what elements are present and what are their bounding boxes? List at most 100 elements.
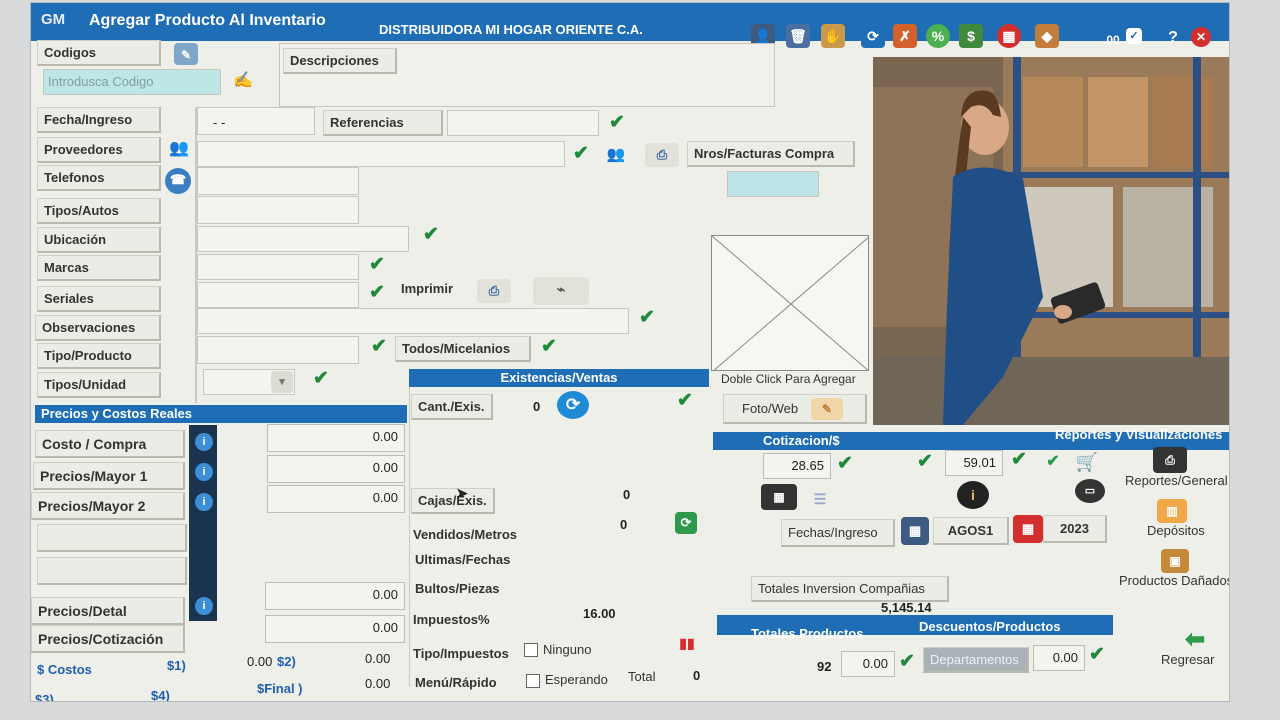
seriales-input[interactable] [197, 282, 359, 308]
productos-value[interactable]: 0.00 [841, 651, 895, 677]
referencias-input[interactable] [447, 110, 599, 136]
precios-mayor1-info-icon[interactable]: i [191, 457, 217, 485]
warehouse-icon[interactable]: ▥ [1157, 499, 1187, 523]
web-photo-icon[interactable]: ✎ [811, 398, 843, 420]
proveedores-input[interactable] [197, 141, 565, 167]
precios-empty-row-1[interactable] [37, 524, 187, 552]
barcode-scanner-icon[interactable]: ⌁ [533, 277, 589, 305]
scanner-icon[interactable]: ✍ [223, 69, 263, 95]
totales-inversion-button[interactable]: Totales Inversion Compañias [751, 576, 949, 602]
tipo-producto-check[interactable]: ✔ [371, 337, 387, 357]
depositos-link[interactable]: Depósitos [1147, 523, 1205, 538]
tipos-autos-button[interactable]: Tipos/Autos [37, 198, 161, 224]
proveedores-button[interactable]: Proveedores [37, 137, 161, 163]
trash-icon[interactable]: 🗑 [786, 24, 810, 48]
nros-facturas-button[interactable]: Nros/Facturas Compra [687, 141, 855, 167]
marcas-button[interactable]: Marcas [37, 255, 161, 281]
shopping-cart-icon[interactable]: 🛒 [1073, 450, 1101, 478]
help-icon[interactable]: ? [1161, 26, 1185, 50]
cajas-exis-button[interactable]: Cajas/Exis. [411, 488, 495, 514]
money-icon[interactable]: $ [959, 24, 983, 48]
ubicacion-input[interactable] [197, 226, 409, 252]
proveedores-check[interactable]: ✔ [573, 144, 589, 164]
marcas-check[interactable]: ✔ [369, 255, 385, 275]
precios-mayor1-button[interactable]: Precios/Mayor 1 [33, 462, 185, 490]
ubicacion-check[interactable]: ✔ [423, 225, 439, 245]
printer-report-icon[interactable]: ⎙ [1153, 447, 1187, 473]
close-icon[interactable]: ✕ [1191, 27, 1211, 47]
tipos-unidad-button[interactable]: Tipos/Unidad [37, 372, 161, 398]
chevron-down-icon[interactable]: ▾ [271, 371, 293, 393]
tools-icon[interactable]: ✗ [893, 24, 917, 48]
costo-compra-button[interactable]: Costo / Compra [35, 430, 185, 458]
precios-mayor2-info-icon[interactable]: i [191, 487, 217, 515]
refresh-icon[interactable]: ⟳ [861, 24, 885, 48]
regresar-link[interactable]: Regresar [1161, 652, 1214, 667]
observaciones-button[interactable]: Observaciones [35, 315, 161, 341]
handshake-icon[interactable]: ✋ [821, 24, 845, 48]
esperando-checkbox[interactable] [526, 674, 540, 688]
codigos-button[interactable]: Codigos [37, 40, 161, 66]
invoice-icon[interactable]: ⎙ [645, 143, 679, 167]
rate2-check[interactable]: ✔ [1011, 450, 1027, 470]
people-icon[interactable]: 👥 [165, 137, 193, 163]
seriales-check[interactable]: ✔ [369, 283, 385, 303]
list-icon[interactable]: ☰ [803, 488, 837, 510]
nros-facturas-input[interactable] [727, 171, 819, 197]
rate1-check[interactable]: ✔ [837, 454, 853, 474]
cant-exis-button[interactable]: Cant./Exis. [411, 394, 493, 420]
sync-icon[interactable]: ⟳ [675, 512, 697, 534]
eraser-icon[interactable]: ◆ [1035, 24, 1059, 48]
year-select[interactable]: 2023 [1043, 515, 1107, 543]
marcas-input[interactable] [197, 254, 359, 280]
observaciones-input[interactable] [197, 308, 629, 334]
imprimir-button[interactable]: Imprimir [395, 277, 469, 303]
precios-mayor1-value[interactable]: 0.00 [267, 455, 405, 483]
tax-icon[interactable]: ▮▮ [673, 631, 701, 655]
productos-danados-link[interactable]: Productos Dañados [1119, 573, 1229, 588]
cart-check-icon[interactable]: ✔ [1039, 450, 1067, 478]
precios-mayor2-button[interactable]: Precios/Mayor 2 [31, 492, 185, 520]
codigo-input[interactable]: Introdusca Codigo [43, 69, 221, 95]
referencias-button[interactable]: Referencias [323, 110, 443, 136]
observaciones-check[interactable]: ✔ [639, 308, 655, 328]
costo-compra-value[interactable]: 0.00 [267, 424, 405, 452]
refresh-circle-icon[interactable]: ⟳ [557, 391, 589, 419]
todos-micelanios-check[interactable]: ✔ [541, 337, 557, 357]
photo-placeholder[interactable] [711, 235, 869, 371]
phone-icon[interactable]: ☎ [165, 168, 191, 194]
fecha-ingreso-button[interactable]: Fecha/Ingreso [37, 107, 161, 133]
damaged-box-icon[interactable]: ▣ [1161, 549, 1189, 573]
calculator-icon[interactable]: ▦ [761, 484, 797, 510]
telefonos-button[interactable]: Telefonos [37, 165, 161, 191]
precios-detal-value[interactable]: 0.00 [265, 582, 405, 610]
descuento-value[interactable]: 0.00 [1033, 645, 1085, 671]
percent-icon[interactable]: % [926, 24, 950, 48]
telefonos-input[interactable] [197, 167, 359, 195]
seriales-button[interactable]: Seriales [37, 286, 161, 312]
edit-icon[interactable]: ✎ [174, 43, 198, 65]
todos-micelanios-button[interactable]: Todos/Micelanios [395, 336, 531, 362]
tipos-unidad-check[interactable]: ✔ [313, 369, 329, 389]
departamentos-button[interactable]: Departamentos [923, 647, 1029, 673]
info-coin-icon[interactable]: i [957, 481, 989, 509]
calendar-grid-icon[interactable]: ▦ [901, 517, 929, 545]
fechas-ingreso-button[interactable]: Fechas/Ingreso [781, 519, 895, 547]
printer-icon[interactable]: ⎙ [477, 279, 511, 303]
monitor-icon[interactable]: ▭ [1075, 479, 1105, 503]
reportes-general-link[interactable]: Reportes/General [1125, 473, 1228, 488]
rate1-value[interactable]: 28.65 [763, 453, 831, 479]
cant-exis-check[interactable]: ✔ [677, 391, 693, 411]
checkbox-icon[interactable]: ✓ [1126, 28, 1142, 44]
descripciones-button[interactable]: Descripciones [283, 48, 397, 74]
tipo-producto-button[interactable]: Tipo/Producto [37, 343, 161, 369]
tipo-producto-input[interactable] [197, 336, 359, 364]
rate2-prev-check[interactable]: ✔ [917, 452, 933, 472]
descuento-check[interactable]: ✔ [1089, 645, 1105, 665]
costo-compra-info-icon[interactable]: i [191, 427, 217, 455]
calendar-icon[interactable]: ▦ [997, 24, 1021, 48]
precios-cotizacion-value[interactable]: 0.00 [265, 615, 405, 643]
rate2-value[interactable]: 59.01 [945, 450, 1003, 476]
referencias-check[interactable]: ✔ [609, 113, 625, 133]
precios-detal-button[interactable]: Precios/Detal [31, 597, 185, 625]
